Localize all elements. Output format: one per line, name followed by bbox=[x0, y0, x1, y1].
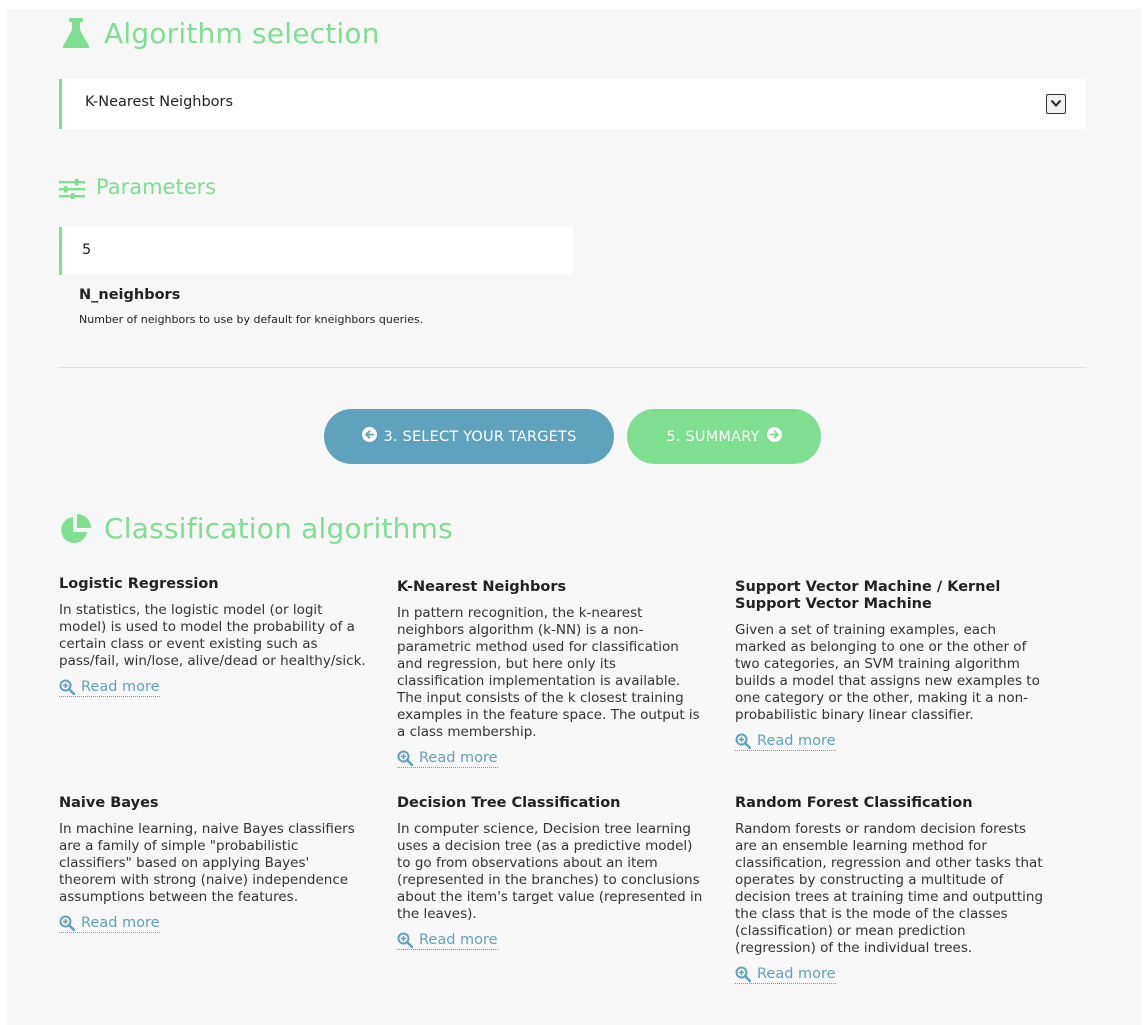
zoom-in-icon bbox=[59, 679, 75, 695]
card-description: In pattern recognition, the k-nearest ne… bbox=[397, 605, 700, 740]
read-more-label: Read more bbox=[757, 966, 836, 982]
card-title: Logistic Regression bbox=[59, 576, 219, 592]
algorithm-card: Support Vector Machine / Kernel Support … bbox=[735, 579, 1045, 753]
read-more-label: Read more bbox=[419, 750, 498, 766]
read-more-label: Read more bbox=[757, 733, 836, 749]
sliders-icon bbox=[59, 179, 85, 199]
arrow-circle-left-icon bbox=[361, 427, 377, 446]
divider bbox=[59, 367, 1086, 368]
card-title: Decision Tree Classification bbox=[397, 795, 621, 811]
read-more-link[interactable]: Read more bbox=[59, 915, 160, 933]
classification-algorithms-title: Classification algorithms bbox=[104, 512, 453, 545]
card-title: Support Vector Machine / Kernel Support … bbox=[735, 579, 1001, 612]
card-description: Given a set of training examples, each m… bbox=[735, 622, 1040, 723]
zoom-in-icon bbox=[397, 932, 413, 948]
next-button-label: 5. SUMMARY bbox=[666, 428, 760, 445]
back-to-targets-button[interactable]: 3. SELECT YOUR TARGETS bbox=[324, 409, 614, 464]
read-more-link[interactable]: Read more bbox=[397, 750, 498, 768]
param-name: N_neighbors bbox=[79, 287, 181, 303]
read-more-link[interactable]: Read more bbox=[735, 733, 836, 751]
algorithm-selection-title: Algorithm selection bbox=[104, 17, 380, 50]
pie-chart-icon bbox=[59, 514, 93, 546]
zoom-in-icon bbox=[735, 966, 751, 982]
card-description: In machine learning, naive Bayes classif… bbox=[59, 821, 355, 905]
card-description: In statistics, the logistic model (or lo… bbox=[59, 602, 366, 669]
zoom-in-icon bbox=[397, 750, 413, 766]
arrow-circle-right-icon bbox=[766, 427, 782, 446]
parameters-title: Parameters bbox=[96, 175, 217, 199]
summary-button[interactable]: 5. SUMMARY bbox=[627, 409, 821, 464]
card-description: In computer science, Decision tree learn… bbox=[397, 821, 703, 922]
main-panel: Algorithm selection K-Nearest Neighbors … bbox=[7, 9, 1141, 1025]
card-title: K-Nearest Neighbors bbox=[397, 579, 567, 595]
read-more-label: Read more bbox=[419, 932, 498, 948]
flask-icon bbox=[61, 17, 91, 49]
param-description: Number of neighbors to use by default fo… bbox=[79, 313, 424, 326]
algorithm-card: K-Nearest Neighbors In pattern recogniti… bbox=[397, 579, 707, 770]
algorithm-card: Decision Tree Classification In computer… bbox=[397, 795, 707, 952]
zoom-in-icon bbox=[59, 915, 75, 931]
read-more-label: Read more bbox=[81, 679, 160, 695]
card-title: Naive Bayes bbox=[59, 795, 159, 811]
read-more-link[interactable]: Read more bbox=[397, 932, 498, 950]
chevron-down-icon[interactable] bbox=[1046, 94, 1066, 114]
read-more-label: Read more bbox=[81, 915, 160, 931]
zoom-in-icon bbox=[735, 733, 751, 749]
card-description: Random forests or random decision forest… bbox=[735, 821, 1044, 956]
n-neighbors-input[interactable]: 5 bbox=[59, 227, 573, 275]
algorithm-card: Logistic Regression In statistics, the l… bbox=[59, 576, 369, 699]
algorithm-card: Naive Bayes In machine learning, naive B… bbox=[59, 795, 369, 935]
back-button-label: 3. SELECT YOUR TARGETS bbox=[383, 428, 577, 445]
card-title: Random Forest Classification bbox=[735, 795, 973, 811]
algorithm-select-value: K-Nearest Neighbors bbox=[85, 94, 234, 110]
algorithm-select[interactable]: K-Nearest Neighbors bbox=[59, 79, 1086, 129]
read-more-link[interactable]: Read more bbox=[59, 679, 160, 697]
n-neighbors-value: 5 bbox=[82, 242, 92, 258]
read-more-link[interactable]: Read more bbox=[735, 966, 836, 984]
algorithm-card: Random Forest Classification Random fore… bbox=[735, 795, 1045, 986]
